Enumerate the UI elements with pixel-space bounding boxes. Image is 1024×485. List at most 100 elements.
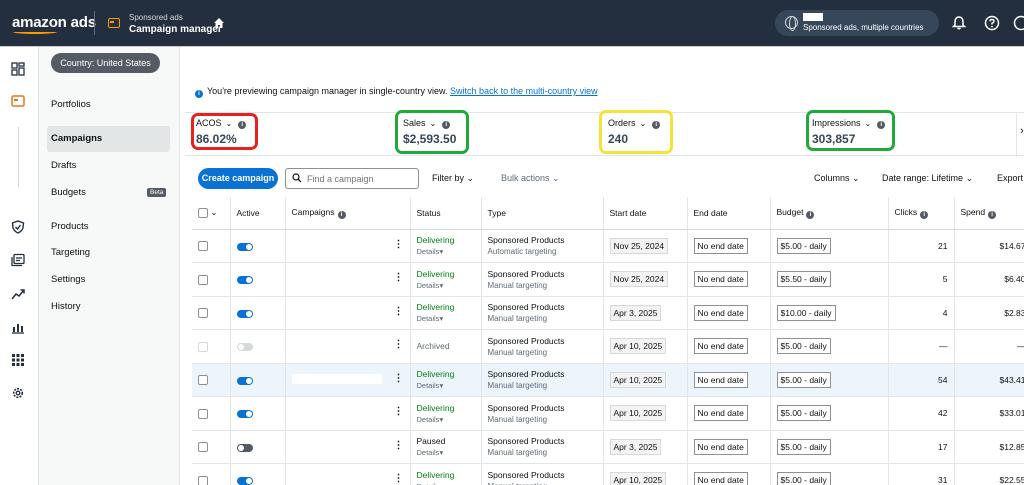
end-date[interactable]: No end date <box>693 405 748 422</box>
budget-cell[interactable]: $5.00 - daily <box>770 329 889 364</box>
budget-cell[interactable]: $10.00 - daily <box>770 296 889 330</box>
more-options-icon[interactable]: ⋮ <box>394 273 404 283</box>
row-active[interactable] <box>230 329 286 364</box>
table-row[interactable]: ⋮DeliveringDetails▾Sponsored ProductsMan… <box>192 463 1024 485</box>
start-date-cell[interactable]: Nov 25, 2024 <box>603 229 688 263</box>
active-toggle[interactable] <box>236 242 253 251</box>
row-active[interactable] <box>230 262 286 297</box>
more-options-icon[interactable]: ⋮ <box>394 340 404 350</box>
end-date-cell[interactable]: No end date <box>687 396 771 431</box>
start-date-cell[interactable]: Apr 10, 2025 <box>603 463 688 485</box>
date-range-dropdown[interactable]: Date range: Lifetime ⌄ <box>882 173 973 184</box>
row-select[interactable] <box>192 329 231 364</box>
user-icon[interactable] <box>1013 15 1024 31</box>
more-options-icon[interactable]: ⋮ <box>394 373 404 384</box>
start-date[interactable]: Apr 10, 2025 <box>609 405 667 422</box>
search-input[interactable] <box>307 171 415 186</box>
media-icon[interactable] <box>11 253 25 267</box>
start-date[interactable]: Apr 10, 2025 <box>609 338 667 355</box>
more-options-icon[interactable]: ⋮ <box>394 407 404 417</box>
campaign-name-cell[interactable]: ⋮ <box>285 430 411 464</box>
column-status[interactable]: Status <box>410 197 482 230</box>
row-select[interactable] <box>192 363 231 397</box>
trend-icon[interactable] <box>11 287 25 301</box>
shield-icon[interactable] <box>11 220 25 234</box>
campaign-name-cell[interactable]: ⋮ <box>285 262 411 297</box>
apps-grid-icon[interactable] <box>11 353 25 367</box>
row-select[interactable] <box>192 229 231 263</box>
table-row[interactable]: ⋮DeliveringDetails▾Sponsored ProductsMan… <box>192 296 1024 330</box>
more-options-icon[interactable]: ⋮ <box>394 474 404 484</box>
budget-cell[interactable]: $5.00 - daily <box>770 229 889 263</box>
row-active[interactable] <box>230 363 286 397</box>
row-checkbox[interactable] <box>198 241 208 252</box>
start-date-cell[interactable]: Apr 10, 2025 <box>603 396 688 431</box>
row-checkbox[interactable] <box>198 308 208 319</box>
active-toggle[interactable] <box>236 477 253 485</box>
create-campaign-button[interactable]: Create campaign <box>198 168 278 189</box>
switch-view-link[interactable]: Switch back to the multi-country view <box>450 86 598 96</box>
budget-input[interactable]: $5.00 - daily <box>776 472 831 485</box>
gear-icon[interactable] <box>11 386 25 400</box>
budget-cell[interactable]: $5.00 - daily <box>770 396 889 431</box>
column-campaigns[interactable]: Campaigns i <box>285 197 411 230</box>
campaign-name-cell[interactable]: ⋮ <box>285 329 411 364</box>
sidebar-item-drafts[interactable]: Drafts <box>51 160 76 171</box>
row-checkbox[interactable] <box>198 274 208 285</box>
row-active[interactable] <box>230 430 286 464</box>
budget-input[interactable]: $10.00 - daily <box>776 304 836 321</box>
row-select[interactable] <box>192 396 231 431</box>
row-select[interactable] <box>192 463 231 485</box>
start-date-cell[interactable]: Apr 10, 2025 <box>603 363 688 397</box>
row-select[interactable] <box>192 430 231 464</box>
sidebar-item-products[interactable]: Products <box>51 221 89 232</box>
budget-cell[interactable]: $5.00 - daily <box>770 430 889 464</box>
bulk-actions-dropdown[interactable]: Bulk actions ⌄ <box>501 173 560 184</box>
budget-input[interactable]: $5.00 - daily <box>776 405 831 422</box>
budget-input[interactable]: $5.00 - daily <box>776 371 831 388</box>
campaign-name-cell[interactable]: ⋮ <box>285 296 411 330</box>
table-row[interactable]: ⋮ Paused Details▾ Sponsored Products Manual … <box>192 430 1024 464</box>
row-active[interactable] <box>230 396 286 431</box>
end-date-cell[interactable]: No end date <box>687 229 771 263</box>
campaign-name-cell[interactable]: ⋮ <box>285 229 411 263</box>
row-active[interactable] <box>230 229 286 263</box>
status-details-link[interactable]: Details▾ <box>417 247 475 256</box>
reports-icon[interactable] <box>11 320 25 334</box>
start-date[interactable]: Apr 3, 2025 <box>609 438 662 455</box>
export-button[interactable]: Export <box>997 173 1023 183</box>
column-active[interactable]: Active <box>230 197 286 230</box>
start-date[interactable]: Nov 25, 2024 <box>609 271 669 288</box>
row-active[interactable] <box>230 463 286 485</box>
row-checkbox[interactable] <box>198 408 208 419</box>
end-date[interactable]: No end date <box>693 304 748 321</box>
end-date-cell[interactable]: No end date <box>687 262 771 297</box>
active-toggle[interactable] <box>236 276 253 284</box>
status-details-link[interactable]: Details▾ <box>417 281 475 290</box>
start-date-cell[interactable]: Apr 3, 2025 <box>603 430 688 464</box>
column-type[interactable]: Type <box>481 197 604 230</box>
sidebar-item-history[interactable]: History <box>51 301 81 312</box>
help-icon[interactable] <box>984 15 1000 31</box>
budget-input[interactable]: $5.00 - daily <box>776 237 831 254</box>
column-end-date[interactable]: End date <box>687 197 771 230</box>
active-toggle[interactable] <box>236 410 253 418</box>
campaign-name-cell[interactable]: ⋮ <box>285 463 411 485</box>
table-row[interactable]: ⋮ Delivering Details▾ Sponsored Products Aut… <box>192 229 1024 263</box>
status-details-link[interactable]: Details▾ <box>417 381 475 390</box>
end-date[interactable]: No end date <box>693 371 748 388</box>
column-start-date[interactable]: Start date <box>603 197 688 230</box>
end-date-cell[interactable]: No end date <box>687 363 771 397</box>
more-options-icon[interactable]: ⋮ <box>394 440 404 451</box>
chevron-down-icon[interactable]: ⌄ <box>210 207 217 217</box>
overview-icon[interactable] <box>11 62 25 76</box>
active-toggle[interactable] <box>236 443 253 452</box>
end-date-cell[interactable]: No end date <box>687 430 771 464</box>
filter-by-dropdown[interactable]: Filter by ⌄ <box>432 173 474 184</box>
status-details-link[interactable]: Details▾ <box>417 448 475 457</box>
status-details-link[interactable]: Details▾ <box>417 415 475 424</box>
sidebar-item-portfolios[interactable]: Portfolios <box>51 99 91 110</box>
budget-cell[interactable]: $5.00 - daily <box>770 363 889 397</box>
end-date-cell[interactable]: No end date <box>687 329 771 364</box>
end-date[interactable]: No end date <box>693 338 748 355</box>
